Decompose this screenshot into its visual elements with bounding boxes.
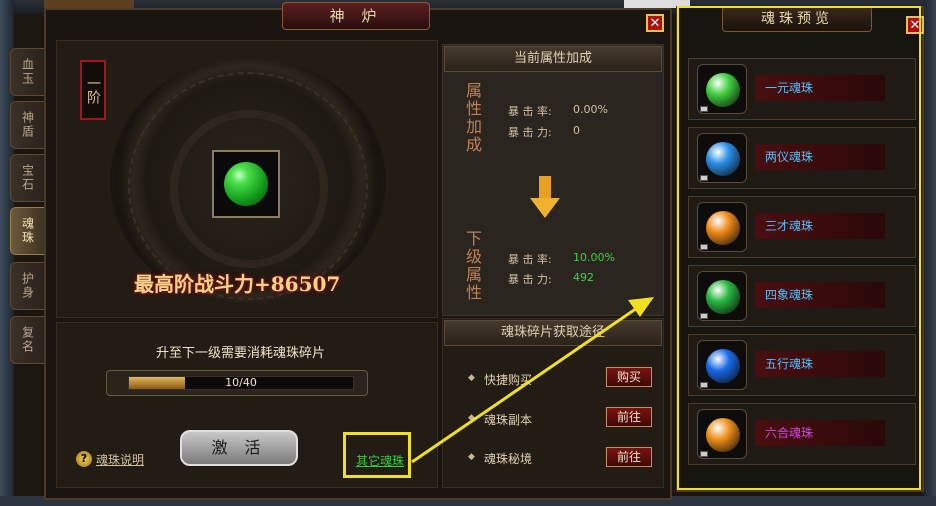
other-orbs-link[interactable]: 其它魂珠 <box>356 452 404 469</box>
item-tag-icon <box>700 106 708 112</box>
preview-title: 魂珠预览 <box>722 6 872 32</box>
orb-name: 两仪魂珠 <box>755 144 885 170</box>
goto-secret-realm-button[interactable]: 前往 <box>606 447 652 467</box>
orb-slot <box>697 409 747 459</box>
orb-preview-row[interactable]: 一元魂珠 <box>688 58 916 120</box>
orb-name: 四象魂珠 <box>755 282 885 308</box>
crit-power-label: 暴 击 力: <box>508 126 552 139</box>
next-crit-rate-label: 暴 击 率: <box>508 253 552 266</box>
orb-sixiang-icon <box>706 280 740 314</box>
next-crit-rate-value: 10.00% <box>573 251 615 264</box>
next-crit-power-value: 492 <box>573 271 594 284</box>
orb-sancai-icon <box>706 211 740 245</box>
orb-slot <box>697 271 747 321</box>
item-tag-icon <box>700 451 708 457</box>
close-button[interactable]: ✕ <box>646 14 664 32</box>
orb-name: 三才魂珠 <box>755 213 885 239</box>
bullet-icon: ◆ <box>468 452 475 462</box>
preview-close-button[interactable]: ✕ <box>906 16 924 34</box>
orb-wuxing-icon <box>706 349 740 383</box>
item-tag-icon <box>700 382 708 388</box>
tab-amulet[interactable]: 护身 <box>10 262 46 310</box>
orb-slot <box>697 202 747 252</box>
tab-soul-orb[interactable]: 魂珠 <box>10 207 46 255</box>
orb-preview-row[interactable]: 六合魂珠 <box>688 403 916 465</box>
item-tag-icon <box>700 313 708 319</box>
attr-bonus-label: 属性加成 <box>463 82 482 154</box>
orb-name: 一元魂珠 <box>755 75 885 101</box>
orb-slot <box>697 64 747 114</box>
goto-dungeon-button[interactable]: 前往 <box>606 407 652 427</box>
source-label-secret-realm: 魂珠秘境 <box>484 452 533 466</box>
panel-title: 神 炉 <box>282 2 430 30</box>
tab-divine-shield[interactable]: 神盾 <box>10 101 46 149</box>
current-attr-title: 当前属性加成 <box>444 46 662 72</box>
help-icon[interactable]: ? <box>76 451 92 467</box>
orb-name: 六合魂珠 <box>755 420 885 446</box>
bullet-icon: ◆ <box>468 413 475 423</box>
crit-rate-value: 0.00% <box>573 103 608 116</box>
tier-badge: 一阶 <box>80 60 106 120</box>
orb-yiyuan-icon <box>706 73 740 107</box>
item-tag-icon <box>700 175 708 181</box>
crit-power-value: 0 <box>573 124 580 137</box>
max-combat-power: 最高阶战斗力+86507 <box>134 272 341 296</box>
source-label-dungeon: 魂珠副本 <box>484 413 533 427</box>
source-label-buy: 快捷购买 <box>484 373 533 387</box>
tab-gem[interactable]: 宝石 <box>10 154 46 202</box>
source-title: 魂珠碎片获取途径 <box>444 320 662 346</box>
progress-text: 10/40 <box>225 376 257 389</box>
orb-slot <box>697 340 747 390</box>
tab-title[interactable]: 复名 <box>10 316 46 364</box>
orb-liangyi-icon <box>706 142 740 176</box>
orb-name: 五行魂珠 <box>755 351 885 377</box>
next-level-label: 下级属性 <box>463 230 482 302</box>
current-orb-slot <box>212 150 280 218</box>
soul-orb-icon <box>224 162 268 206</box>
item-tag-icon <box>700 244 708 250</box>
orb-preview-row[interactable]: 五行魂珠 <box>688 334 916 396</box>
tab-blood-jade[interactable]: 血玉 <box>10 48 46 96</box>
bullet-icon: ◆ <box>468 373 475 383</box>
arrow-down-icon <box>530 176 560 218</box>
activate-button[interactable]: 激 活 <box>180 430 298 466</box>
orb-liuhe-icon <box>706 418 740 452</box>
orb-help-link[interactable]: 魂珠说明 <box>96 451 144 468</box>
orb-preview-row[interactable]: 四象魂珠 <box>688 265 916 327</box>
upgrade-requirement-text: 升至下一级需要消耗魂珠碎片 <box>156 346 326 361</box>
orb-slot <box>697 133 747 183</box>
orb-preview-row[interactable]: 两仪魂珠 <box>688 127 916 189</box>
game-background-right <box>924 0 936 506</box>
next-crit-power-label: 暴 击 力: <box>508 273 552 286</box>
orb-preview-row[interactable]: 三才魂珠 <box>688 196 916 258</box>
buy-button[interactable]: 购买 <box>606 367 652 387</box>
crit-rate-label: 暴 击 率: <box>508 105 552 118</box>
